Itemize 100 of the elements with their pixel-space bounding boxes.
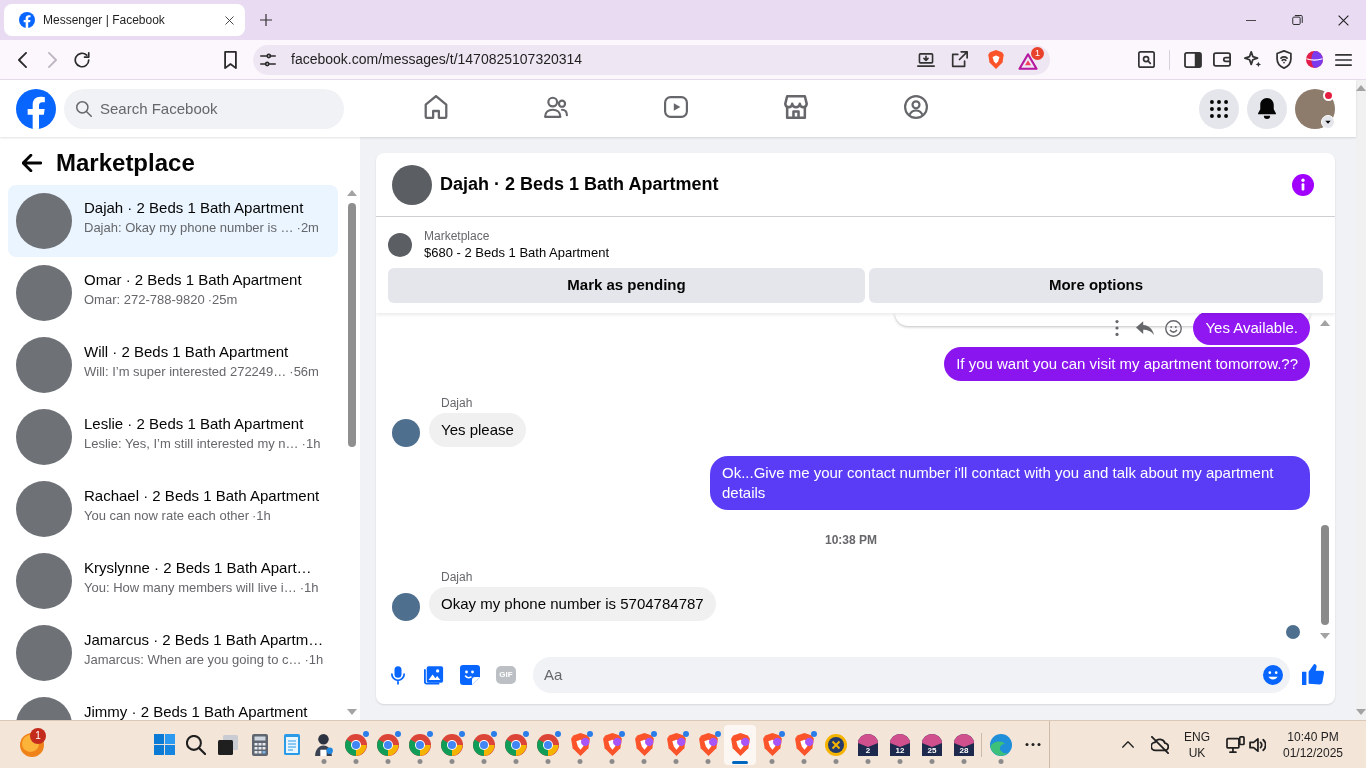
restore-icon	[1291, 15, 1303, 25]
close-icon	[1337, 14, 1349, 26]
taskbar-app-button[interactable]: 25	[916, 724, 948, 765]
listing-photo	[16, 625, 72, 681]
smiley-icon	[1164, 319, 1182, 337]
scrollbar-thumb[interactable]	[1321, 525, 1329, 625]
speaker-icon	[1248, 737, 1266, 752]
taskbar-app-button[interactable]: 12	[884, 724, 916, 765]
clock-button[interactable]: 10:40 PM 01/12/2025	[1277, 724, 1349, 765]
lion-icon	[698, 733, 718, 756]
ring-icon	[825, 733, 847, 756]
taskbar-app-button[interactable]: 28	[948, 724, 980, 765]
laptop-download-icon	[917, 52, 935, 67]
shields-button[interactable]	[986, 49, 1006, 70]
conversation-title: Kryslynne · 2 Beds 1 Bath Apart…	[84, 559, 313, 576]
rewards-button[interactable]: 1	[1018, 46, 1044, 73]
listing-photo	[16, 193, 72, 249]
chevron-right-icon	[47, 51, 57, 68]
message-input[interactable]: Aa	[533, 656, 1290, 693]
scroll-down-icon	[1320, 633, 1330, 639]
share-button[interactable]	[949, 49, 969, 70]
message-time: ·1h	[304, 651, 324, 669]
share-icon	[950, 51, 968, 68]
notifications-button[interactable]	[1247, 88, 1287, 129]
notification-badge: 1	[30, 727, 46, 744]
notification-badge: 1	[1031, 46, 1044, 60]
sidebar-title: Marketplace	[56, 149, 195, 177]
browser-icon	[537, 733, 559, 756]
sender-name: Dajah	[441, 395, 473, 411]
taskbar-app-button[interactable]: 2	[852, 724, 884, 765]
microphone-icon	[391, 664, 405, 685]
message-bubble: If you want you can visit my apartment tomorrow.??	[944, 347, 1310, 381]
cloud-off-icon	[1151, 735, 1169, 754]
conversation-item[interactable]: Dajah · 2 Beds 1 Bath Apartment Dajah: Okay my phone number is … ·2m	[8, 185, 338, 257]
url-text: facebook.com/messages/t/1470825107320314	[291, 50, 583, 69]
message-preview: Dajah: Okay my phone number is …	[84, 219, 294, 237]
tile-icon	[890, 733, 910, 756]
wallet-icon	[1213, 52, 1231, 67]
search-icon	[186, 734, 206, 755]
scroll-down-icon	[1356, 709, 1366, 715]
weather-widget-button[interactable]: 1	[16, 724, 48, 765]
lion-icon	[762, 733, 782, 756]
tile-icon	[858, 733, 878, 756]
scroll-up-icon	[1356, 85, 1366, 91]
conversation-title: Omar · 2 Beds 1 Bath Apartment	[84, 271, 302, 288]
windows-logo-icon	[153, 734, 175, 755]
message-preview: You can now rate each other	[84, 507, 250, 525]
search-field[interactable]: Search Facebook	[64, 88, 344, 129]
conversation-title: Rachael · 2 Beds 1 Bath Apartment	[84, 487, 320, 504]
chevron-left-icon	[17, 51, 27, 68]
emoji-icon[interactable]	[1263, 664, 1283, 685]
sidebar-icon	[1184, 51, 1202, 68]
grid-icon	[1210, 99, 1228, 118]
listing-action-button[interactable]: Mark as pending	[388, 268, 865, 303]
info-button[interactable]	[1292, 173, 1314, 196]
message-bubble: Okay my phone number is 5704784787	[429, 587, 716, 621]
scroll-down-icon	[347, 709, 357, 715]
react-button[interactable]	[1163, 318, 1184, 338]
conversation-title: Will · 2 Beds 1 Bath Apartment	[84, 343, 290, 360]
video-icon	[664, 95, 688, 119]
facebook-logo-icon[interactable]	[16, 88, 56, 129]
address-bar[interactable]: facebook.com/messages/t/1470825107320314 1	[253, 44, 1050, 75]
browser-icon	[505, 733, 527, 756]
timestamp: 10:38 PM	[825, 532, 877, 548]
sender-avatar	[392, 419, 420, 447]
monitor-icon	[1225, 736, 1245, 753]
scrollbar-thumb[interactable]	[348, 203, 356, 447]
account-button[interactable]	[1295, 88, 1335, 129]
message-bubble: Ok...Give me your contact number i'll contact with you and talk about my apartment details	[710, 456, 1310, 510]
sticker-icon	[460, 664, 480, 685]
sender-avatar	[392, 593, 420, 621]
listing-action-button[interactable]: More options	[869, 268, 1323, 303]
notepad-icon	[284, 734, 300, 755]
listing-photo	[388, 233, 412, 257]
listing-photo	[16, 481, 72, 537]
browser-icon	[473, 733, 495, 756]
listing-photo	[392, 164, 432, 205]
message-time: ·1h	[252, 507, 271, 525]
listing-photo	[16, 553, 72, 609]
message-preview: Omar: 272-788-9820	[84, 291, 205, 309]
message-bubble: Yes please	[429, 413, 526, 447]
language-button[interactable]: ENG UK	[1179, 724, 1215, 765]
message-preview: Jamarcus: When are you going to c…	[84, 651, 302, 669]
store-icon	[784, 95, 808, 119]
conversation-title: Leslie · 2 Beds 1 Bath Apartment	[84, 415, 305, 432]
shield-icon	[1276, 50, 1292, 69]
back-button[interactable]	[20, 151, 44, 175]
close-icon	[224, 15, 234, 25]
lion-icon	[988, 50, 1004, 69]
apps-button[interactable]	[1199, 88, 1239, 129]
lion-icon	[570, 733, 590, 756]
lion-icon	[730, 733, 750, 756]
sender-name: Dajah	[441, 569, 473, 585]
page-scrollbar[interactable]	[1356, 80, 1366, 720]
caret-up-icon	[1122, 741, 1134, 748]
browser-tab[interactable]: Messenger | Facebook	[4, 4, 245, 36]
tile-icon	[954, 733, 974, 756]
task-view-icon	[218, 734, 238, 755]
more-icon	[1025, 743, 1041, 746]
message-preview: You: How many members will live i…	[84, 579, 297, 597]
